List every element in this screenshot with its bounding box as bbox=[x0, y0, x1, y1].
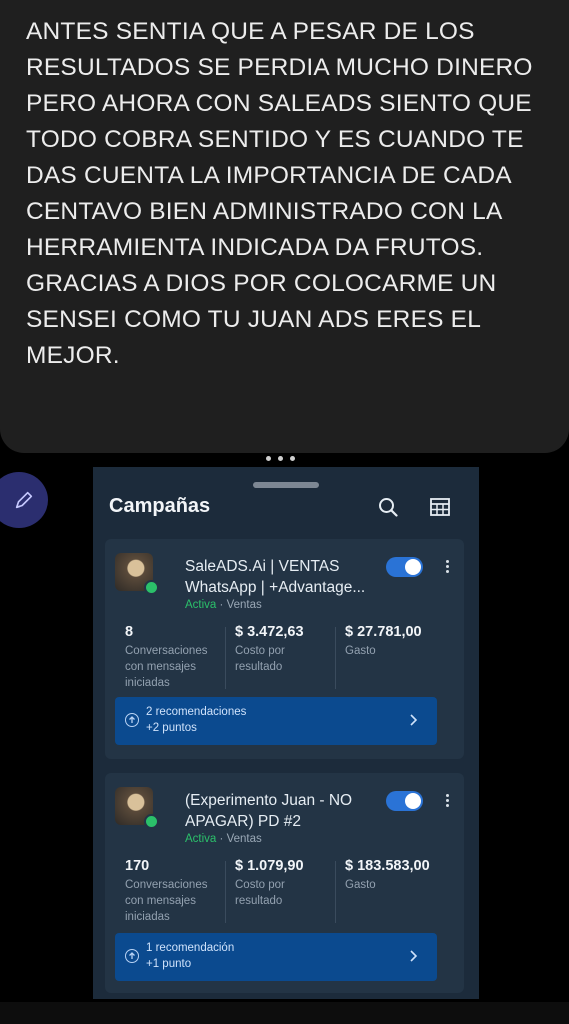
metric-results: 8 Conversaciones con mensajes iniciadas bbox=[125, 624, 208, 689]
recommendations-label: 2 recomendaciones bbox=[146, 706, 247, 718]
campaign-card[interactable]: SaleADS.Ai | VENTAS WhatsApp | +Advantag… bbox=[105, 539, 464, 759]
arrow-up-circle-icon bbox=[125, 949, 139, 963]
table-icon bbox=[430, 498, 450, 516]
recommendations-button[interactable]: 1 recomendación +1 punto bbox=[115, 933, 437, 981]
bottom-bar bbox=[0, 1002, 569, 1024]
metric-cost-per-result: $ 3.472,63 Costo por resultado bbox=[235, 624, 304, 673]
objective-label: Ventas bbox=[226, 833, 262, 845]
drag-handle[interactable] bbox=[253, 482, 319, 488]
metric-spend: $ 183.583,00 Gasto bbox=[345, 858, 430, 891]
search-button[interactable] bbox=[377, 496, 399, 518]
chevron-right-icon bbox=[410, 714, 418, 726]
metric-spend: $ 27.781,00 Gasto bbox=[345, 624, 422, 657]
campaign-name[interactable]: SaleADS.Ai | VENTAS WhatsApp | +Advantag… bbox=[185, 556, 400, 598]
campaign-menu-icon[interactable] bbox=[444, 794, 450, 807]
campaign-card[interactable]: (Experimento Juan - NO APAGAR) PD #2 Act… bbox=[105, 773, 464, 993]
active-status-dot bbox=[144, 580, 159, 595]
table-view-button[interactable] bbox=[429, 496, 451, 518]
campaign-status: Activa · Ventas bbox=[185, 599, 262, 611]
objective-label: Ventas bbox=[226, 599, 262, 611]
metric-results: 170 Conversaciones con mensajes iniciada… bbox=[125, 858, 208, 923]
status-active-label: Activa bbox=[185, 599, 217, 611]
chevron-right-icon bbox=[410, 950, 418, 962]
campaign-toggle[interactable] bbox=[386, 557, 423, 577]
metric-cost-per-result: $ 1.079,90 Costo por resultado bbox=[235, 858, 304, 907]
story-text: ANTES SENTIA QUE A PESAR DE LOS RESULTAD… bbox=[26, 18, 533, 369]
campaign-menu-icon[interactable] bbox=[444, 560, 450, 573]
search-icon bbox=[379, 498, 398, 517]
pencil-icon bbox=[15, 491, 33, 509]
recommendations-button[interactable]: 2 recomendaciones +2 puntos bbox=[115, 697, 437, 745]
more-options-dots[interactable] bbox=[266, 456, 295, 461]
story-text-card: ANTES SENTIA QUE A PESAR DE LOS RESULTAD… bbox=[0, 0, 569, 453]
campaigns-screenshot-panel: Campañas SaleADS.Ai | VENTAS WhatsApp | … bbox=[93, 467, 479, 999]
status-active-label: Activa bbox=[185, 833, 217, 845]
campaign-toggle[interactable] bbox=[386, 791, 423, 811]
recommendations-points: +2 puntos bbox=[146, 722, 197, 734]
edit-button[interactable] bbox=[0, 472, 48, 528]
active-status-dot bbox=[144, 814, 159, 829]
campaign-status: Activa · Ventas bbox=[185, 833, 262, 845]
page-title: Campañas bbox=[109, 495, 211, 517]
arrow-up-circle-icon bbox=[125, 713, 139, 727]
recommendations-points: +1 punto bbox=[146, 958, 192, 970]
campaign-name[interactable]: (Experimento Juan - NO APAGAR) PD #2 bbox=[185, 790, 400, 832]
recommendations-label: 1 recomendación bbox=[146, 942, 235, 954]
